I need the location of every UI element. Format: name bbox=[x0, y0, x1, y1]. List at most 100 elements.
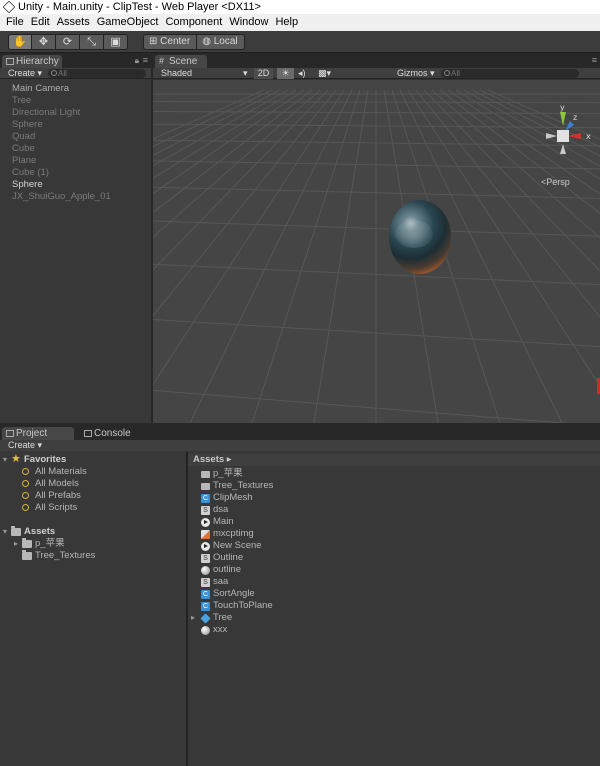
asset-item[interactable]: Tree_Textures bbox=[188, 480, 600, 492]
hierarchy-search-input[interactable]: All bbox=[48, 69, 146, 78]
asset-label: dsa bbox=[213, 504, 229, 515]
tab-project[interactable]: Project bbox=[2, 427, 74, 440]
pivot-label: Center bbox=[160, 36, 191, 47]
lock-icon[interactable]: 🔒︎ bbox=[135, 56, 139, 66]
scene-view[interactable]: y x z <Persp bbox=[153, 80, 600, 423]
hierarchy-item[interactable]: Sphere bbox=[0, 119, 151, 131]
tab-console[interactable]: Console bbox=[80, 427, 140, 440]
panel-menu-icon[interactable]: ≡ bbox=[143, 55, 148, 65]
hierarchy-item[interactable]: Cube bbox=[0, 143, 151, 155]
gizmos-dropdown[interactable]: Gizmos ▾ bbox=[397, 68, 435, 79]
menu-file[interactable]: File bbox=[4, 14, 29, 31]
asset-item[interactable]: outline bbox=[188, 564, 600, 576]
scene-orientation-gizmo[interactable]: y x z bbox=[533, 104, 595, 164]
shader-icon: S bbox=[201, 578, 210, 587]
asset-item[interactable]: p_苹果 bbox=[188, 468, 600, 480]
asset-subfolder[interactable]: Tree_Textures bbox=[0, 550, 186, 562]
hierarchy-item[interactable]: Sphere bbox=[0, 179, 151, 191]
shading-dropdown[interactable]: Shaded bbox=[161, 68, 192, 79]
hierarchy-item[interactable]: Cube (1) bbox=[0, 167, 151, 179]
tab-hierarchy[interactable]: Hierarchy bbox=[2, 55, 62, 68]
scale-tool-button[interactable]: ⤡ bbox=[80, 34, 104, 50]
asset-label: Tree bbox=[213, 612, 233, 623]
menu-gameobject[interactable]: GameObject bbox=[95, 14, 164, 31]
favorites-label: Favorites bbox=[24, 454, 67, 465]
pivot-toggles: ⊞ Center ◍ Local bbox=[143, 34, 245, 50]
star-icon: ★ bbox=[11, 453, 21, 465]
pivot-local-button[interactable]: ◍ Local bbox=[197, 34, 245, 50]
pivot-center-button[interactable]: ⊞ Center bbox=[143, 34, 198, 50]
assets-label: Assets bbox=[24, 526, 56, 537]
asset-item[interactable]: mxcptimg bbox=[188, 528, 600, 540]
tab-scene[interactable]: # Scene bbox=[155, 55, 207, 68]
menu-component[interactable]: Component bbox=[163, 14, 227, 31]
audio-toggle-icon[interactable]: ◂) bbox=[298, 68, 306, 79]
menu-bar: File Edit Assets GameObject Component Wi… bbox=[0, 14, 600, 31]
assets-folder[interactable]: ▾ Assets bbox=[0, 526, 186, 538]
favorite-item[interactable]: All Scripts bbox=[0, 502, 186, 514]
gizmo-neg-x-cone[interactable] bbox=[546, 133, 557, 139]
expand-arrow-icon[interactable]: ▾ bbox=[3, 454, 7, 466]
gizmo-center-cube[interactable] bbox=[557, 130, 569, 142]
asset-item[interactable]: Main bbox=[188, 516, 600, 528]
hierarchy-create-button[interactable]: Create ▾ bbox=[8, 68, 42, 79]
asset-label: ClipMesh bbox=[213, 492, 253, 503]
2d-toggle[interactable]: 2D bbox=[254, 68, 273, 79]
prefab-icon bbox=[200, 613, 211, 624]
move-tool-button[interactable]: ✥ bbox=[32, 34, 56, 50]
hierarchy-item[interactable]: Main Camera bbox=[0, 83, 151, 95]
assets-breadcrumb[interactable]: Assets ▸ bbox=[188, 454, 600, 466]
shading-dropdown-arrow-icon[interactable]: ▾ bbox=[243, 68, 248, 79]
asset-item[interactable]: C TouchToPlane bbox=[188, 600, 600, 612]
asset-subfolder[interactable]: ▸ p_苹果 bbox=[0, 538, 186, 550]
favorites-folder[interactable]: ▾ ★ Favorites bbox=[0, 453, 186, 466]
rotate-tool-button[interactable]: ⟳ bbox=[56, 34, 80, 50]
hierarchy-item[interactable]: Quad bbox=[0, 131, 151, 143]
gizmo-z-cone[interactable] bbox=[565, 121, 574, 131]
subfolder-label: p_苹果 bbox=[35, 538, 65, 549]
project-folder-tree: ▾ ★ Favorites All Materials All Models A… bbox=[0, 453, 186, 562]
menu-edit[interactable]: Edit bbox=[29, 14, 55, 31]
asset-label: saa bbox=[213, 576, 229, 587]
asset-item[interactable]: Ssaa bbox=[188, 576, 600, 588]
menu-assets[interactable]: Assets bbox=[55, 14, 95, 31]
asset-label: New Scene bbox=[213, 540, 262, 551]
favorite-item[interactable]: All Prefabs bbox=[0, 490, 186, 502]
gizmo-y-cone[interactable] bbox=[560, 112, 566, 126]
menu-window[interactable]: Window bbox=[227, 14, 273, 31]
asset-item[interactable]: New Scene bbox=[188, 540, 600, 552]
scene-search-input[interactable]: All bbox=[441, 69, 579, 78]
asset-item[interactable]: ▸ Tree bbox=[188, 612, 600, 624]
asset-label: SortAngle bbox=[213, 588, 255, 599]
favorite-item[interactable]: All Materials bbox=[0, 466, 186, 478]
asset-item[interactable]: Sdsa bbox=[188, 504, 600, 516]
asset-item[interactable]: xxx bbox=[188, 624, 600, 636]
lighting-toggle-icon[interactable]: ☀ bbox=[277, 68, 294, 79]
project-create-button[interactable]: Create ▾ bbox=[8, 440, 42, 451]
gizmo-neg-y-cone[interactable] bbox=[560, 144, 566, 154]
hierarchy-item[interactable]: Directional Light bbox=[0, 107, 151, 119]
sphere-object[interactable] bbox=[389, 200, 451, 274]
effects-toggle-icon[interactable]: ▩▾ bbox=[318, 68, 331, 79]
shader-icon: S bbox=[201, 506, 210, 515]
unity-icon bbox=[201, 542, 210, 551]
hierarchy-item[interactable]: Plane bbox=[0, 155, 151, 167]
asset-item[interactable]: S Outline bbox=[188, 552, 600, 564]
folder-icon bbox=[22, 550, 32, 560]
unity-icon bbox=[201, 518, 210, 527]
expand-arrow-icon[interactable]: ▾ bbox=[3, 526, 7, 538]
projection-toggle[interactable]: <Persp bbox=[541, 177, 570, 187]
collapse-arrow-icon[interactable]: ▸ bbox=[14, 538, 18, 550]
rect-tool-button[interactable]: ▣ bbox=[104, 34, 128, 50]
hand-tool-button[interactable]: ✋ bbox=[8, 34, 32, 50]
menu-help[interactable]: Help bbox=[273, 14, 303, 31]
favorite-item[interactable]: All Models bbox=[0, 478, 186, 490]
asset-item[interactable]: C ClipMesh bbox=[188, 492, 600, 504]
scene-panel-menu-icon[interactable]: ≡ bbox=[592, 55, 597, 65]
gizmo-x-cone[interactable] bbox=[567, 133, 581, 139]
hierarchy-item[interactable]: JX_ShuiGuo_Apple_01 bbox=[0, 191, 151, 203]
expand-arrow-icon[interactable]: ▸ bbox=[191, 612, 195, 624]
asset-item[interactable]: C SortAngle bbox=[188, 588, 600, 600]
hierarchy-item[interactable]: Tree bbox=[0, 95, 151, 107]
search-icon bbox=[22, 468, 29, 475]
